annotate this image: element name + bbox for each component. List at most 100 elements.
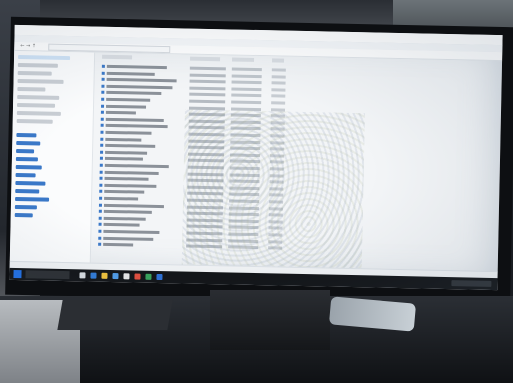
file-name xyxy=(103,210,152,215)
column-header-date[interactable] xyxy=(190,56,221,62)
file-icon xyxy=(98,216,102,220)
file-icon xyxy=(99,170,103,174)
chrome-icon[interactable] xyxy=(134,273,141,280)
file-name xyxy=(106,71,155,76)
task-view-icon[interactable] xyxy=(79,272,86,279)
screen-moire-pattern xyxy=(181,109,365,274)
sidebar-item[interactable] xyxy=(15,164,42,170)
photo-scene: ← → ↑ xyxy=(0,0,513,383)
file-name xyxy=(103,216,146,221)
excel-icon[interactable] xyxy=(156,273,163,281)
file-name xyxy=(106,64,167,70)
word-icon[interactable] xyxy=(145,273,152,280)
file-row[interactable] xyxy=(101,64,292,72)
file-name xyxy=(105,150,148,155)
file-name xyxy=(106,78,177,83)
sidebar-item[interactable] xyxy=(15,156,38,162)
file-name xyxy=(105,117,164,122)
file-name xyxy=(105,137,142,142)
sidebar-item[interactable] xyxy=(16,118,53,124)
file-icon xyxy=(98,236,102,240)
file-icon xyxy=(98,229,102,233)
sidebar-item[interactable] xyxy=(15,180,46,186)
file-icon xyxy=(101,104,105,108)
file-name xyxy=(106,104,147,109)
sidebar-item[interactable] xyxy=(17,86,46,92)
start-icon[interactable] xyxy=(13,269,22,279)
sidebar-item[interactable] xyxy=(15,172,36,178)
file-name xyxy=(103,229,160,234)
store-icon[interactable] xyxy=(112,273,119,280)
column-header-name[interactable] xyxy=(102,54,133,60)
file-icon xyxy=(99,176,103,180)
file-icon xyxy=(99,157,103,161)
file-icon xyxy=(100,110,104,114)
file-size xyxy=(271,81,286,85)
sidebar-item[interactable] xyxy=(14,204,37,210)
file-icon xyxy=(101,71,105,75)
sidebar-item[interactable] xyxy=(15,196,50,202)
file-icon xyxy=(99,190,103,194)
sidebar-item-selected[interactable] xyxy=(18,54,71,61)
column-header-type[interactable] xyxy=(232,57,255,62)
file-row[interactable] xyxy=(101,97,291,105)
file-row[interactable] xyxy=(101,77,292,85)
sidebar-item[interactable] xyxy=(17,94,60,100)
file-icon xyxy=(101,84,105,88)
file-row[interactable] xyxy=(101,91,291,98)
file-type xyxy=(231,80,262,85)
file-icon xyxy=(100,137,104,141)
file-type xyxy=(231,67,262,72)
file-icon xyxy=(101,77,105,81)
search-box[interactable] xyxy=(25,270,70,280)
file-name xyxy=(105,124,168,129)
file-type xyxy=(231,74,262,78)
file-icon xyxy=(100,130,104,134)
sidebar-item[interactable] xyxy=(16,132,37,138)
file-row[interactable] xyxy=(101,71,292,79)
file-name xyxy=(106,97,151,102)
file-name xyxy=(105,111,136,115)
file-row[interactable] xyxy=(101,84,291,92)
file-type xyxy=(231,93,262,98)
file-icon xyxy=(98,242,102,246)
file-icon xyxy=(99,163,103,167)
file-size xyxy=(271,74,286,79)
file-date xyxy=(189,79,226,84)
column-header-size[interactable] xyxy=(271,58,285,63)
file-name xyxy=(104,183,157,188)
sidebar-item[interactable] xyxy=(16,110,61,116)
file-icon xyxy=(100,124,104,128)
file-date xyxy=(189,99,226,104)
sidebar-item[interactable] xyxy=(14,212,33,218)
folder-icon[interactable] xyxy=(101,272,108,279)
sidebar-item[interactable] xyxy=(17,102,56,108)
file-icon xyxy=(98,209,102,213)
keyboard xyxy=(57,300,173,330)
file-icon xyxy=(101,91,105,95)
sidebar-item[interactable] xyxy=(17,62,58,68)
file-type xyxy=(231,100,262,105)
mail-icon[interactable] xyxy=(123,273,130,280)
system-tray[interactable] xyxy=(451,280,492,287)
file-name xyxy=(104,177,149,181)
nav-arrows-icon[interactable]: ← → ↑ xyxy=(20,43,36,49)
file-name xyxy=(104,163,169,169)
file-name xyxy=(106,91,162,96)
sidebar-item[interactable] xyxy=(16,140,41,146)
sidebar-item[interactable] xyxy=(15,188,40,194)
file-type xyxy=(231,87,262,91)
file-size xyxy=(271,68,286,72)
file-icon xyxy=(100,143,104,147)
edge-icon[interactable] xyxy=(90,272,97,279)
file-icon xyxy=(100,117,104,121)
file-date xyxy=(189,92,226,97)
file-date xyxy=(189,66,226,71)
sidebar-item[interactable] xyxy=(16,148,35,154)
file-name xyxy=(103,203,164,208)
file-name xyxy=(103,223,140,227)
file-name xyxy=(105,144,156,149)
file-icon xyxy=(99,196,103,200)
sidebar-item[interactable] xyxy=(17,70,52,76)
sidebar-item[interactable] xyxy=(17,78,64,84)
